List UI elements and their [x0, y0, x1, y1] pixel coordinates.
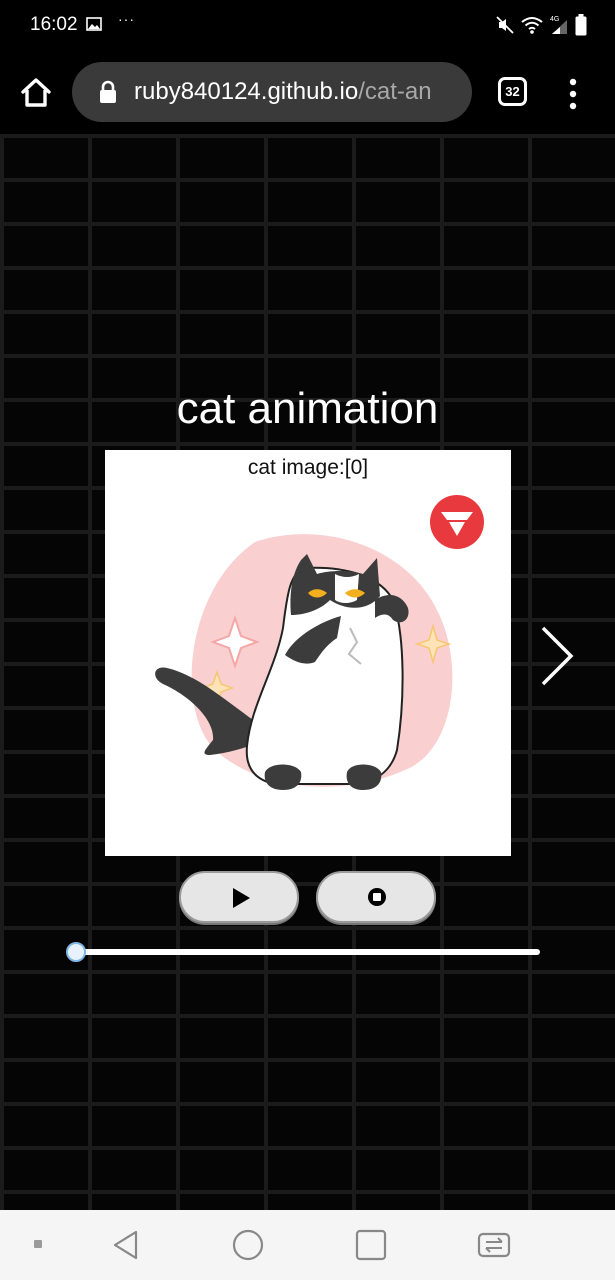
url-text: ruby840124.github.io/cat-an [134, 78, 432, 106]
play-button[interactable] [179, 871, 299, 923]
back-icon[interactable] [108, 1227, 144, 1263]
wifi-icon [521, 17, 543, 34]
signal-icon: 4G [550, 16, 567, 34]
cat-foot-left [264, 764, 302, 790]
status-bar: 16:02 ··· 4G [0, 0, 615, 50]
cat-image-frame: cat image:[0] [105, 450, 511, 856]
cat-illustration [155, 495, 484, 790]
home-circle-icon[interactable] [230, 1227, 266, 1263]
nav-dot-icon [34, 1240, 42, 1248]
battery-icon [575, 14, 587, 36]
slider-track[interactable] [74, 949, 540, 955]
chevron-right-icon[interactable] [537, 624, 577, 688]
lock-icon [100, 80, 116, 103]
slider-thumb[interactable] [66, 942, 86, 962]
cat-foot-right [346, 764, 382, 790]
stop-button[interactable] [316, 871, 436, 923]
menu-dots-icon[interactable] [564, 78, 582, 110]
cat-image-caption: cat image:[0] [247, 456, 369, 479]
stop-icon [368, 888, 386, 906]
status-more-dots: ··· [118, 11, 135, 27]
url-host: ruby840124.github.io [134, 78, 359, 105]
home-icon[interactable] [18, 75, 54, 111]
status-time: 16:02 [30, 14, 78, 35]
mute-icon [496, 16, 514, 34]
svg-text:4G: 4G [550, 16, 559, 23]
address-bar[interactable]: ruby840124.github.io/cat-an [72, 62, 472, 122]
url-path: /cat-an [358, 78, 432, 105]
status-icons: 4G [495, 13, 587, 37]
page-content: cat animation cat image:[0] [0, 134, 615, 1210]
frame-slider[interactable] [66, 940, 542, 964]
gallery-icon [86, 17, 102, 31]
play-icon [233, 888, 250, 908]
system-nav-bar [0, 1210, 615, 1280]
swap-icon[interactable] [476, 1227, 512, 1263]
recents-icon[interactable] [353, 1227, 389, 1263]
page-title: cat animation [176, 384, 439, 433]
tab-switcher-button[interactable]: 32 [498, 77, 527, 106]
browser-toolbar: ruby840124.github.io/cat-an 32 [0, 50, 615, 134]
